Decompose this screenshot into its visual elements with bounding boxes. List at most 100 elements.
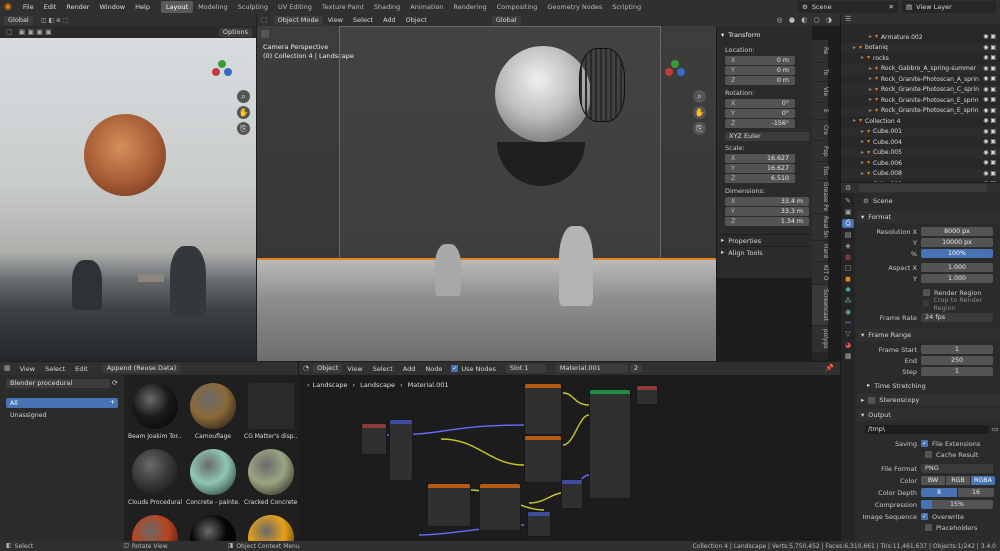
menu-window[interactable]: Window: [94, 3, 130, 11]
add-catalog-icon[interactable]: +: [110, 399, 115, 406]
cache-result-checkbox[interactable]: [925, 451, 932, 458]
outliner-row[interactable]: ▸ ▾ Rock_Granite-Photoscan_E_sprin ◉ ▣: [841, 105, 1000, 116]
scene-selector[interactable]: ⚙ Scene ✕: [798, 1, 898, 13]
expand-icon[interactable]: ▸: [861, 170, 864, 177]
npanel-tab-6[interactable]: Pop: [812, 141, 828, 161]
transform-header[interactable]: ▾ Transform: [717, 30, 812, 40]
catalog-unassigned-item[interactable]: Unassigned: [10, 410, 124, 420]
use-nodes-checkbox[interactable]: ✓: [451, 365, 459, 372]
asset-thumbnail[interactable]: Camouflage: [186, 381, 240, 443]
node-material-output[interactable]: [636, 385, 658, 405]
figure-right-object[interactable]: [559, 226, 593, 306]
outliner-row[interactable]: ▸▾Cube.009 ◉ ▣: [841, 179, 1000, 182]
node-color-ramp-1[interactable]: [427, 483, 471, 527]
frame-end-field[interactable]: 250: [921, 356, 993, 365]
tool-select-icon[interactable]: [261, 30, 269, 38]
asset-thumbnail[interactable]: Cracked Concrete...: [244, 447, 298, 509]
outliner-row[interactable]: ▸ ▾ rocks ◉ ▣: [841, 53, 1000, 64]
sphere-object[interactable]: [495, 46, 591, 142]
menu-edit[interactable]: Edit: [39, 3, 62, 11]
shading-mode-icons[interactable]: ◎ ● ◐ ○ ◑: [777, 16, 834, 24]
expand-icon[interactable]: ▸: [869, 76, 872, 82]
node-menu-select[interactable]: Select: [368, 365, 398, 373]
frame-start-field[interactable]: 1: [921, 345, 993, 354]
viewport-menu-select[interactable]: Select: [348, 16, 378, 24]
outliner-row[interactable]: ▸ ▾ Rock_Granite-Photoscan_E_sprin ◉ ▣: [841, 95, 1000, 106]
aspect-x-field[interactable]: 1.000: [921, 263, 993, 272]
tab-uv-editing[interactable]: UV Editing: [273, 1, 317, 13]
viewport-camera-icon[interactable]: ⎘: [693, 122, 706, 135]
node-noise-texture-2[interactable]: [524, 435, 562, 483]
rotation-mode-dropdown[interactable]: XYZ Euler: [725, 132, 809, 141]
expand-icon[interactable]: ▸: [853, 44, 856, 51]
npanel-tab-9[interactable]: Real Sn: [812, 214, 828, 240]
tab-layout[interactable]: Layout: [160, 1, 194, 13]
folder-icon[interactable]: ▭: [992, 426, 999, 433]
mode-icons[interactable]: ▣ ▣ ▣ ▣: [19, 28, 52, 36]
node-texture-coordinate[interactable]: [361, 423, 387, 455]
scale-z[interactable]: Z 6.510: [725, 174, 795, 183]
time-stretching-subpanel[interactable]: ▸ Time Stretching: [857, 380, 1000, 391]
properties-search[interactable]: [859, 184, 988, 192]
visibility-toggle-icon[interactable]: ◉ ▣: [983, 149, 996, 156]
rotation-z[interactable]: Z -156°: [725, 119, 795, 128]
camera-icon[interactable]: ⎘: [237, 122, 250, 135]
color-depth-8-button[interactable]: 8: [921, 488, 957, 497]
expand-icon[interactable]: ▸: [853, 118, 856, 124]
render-tab-icon[interactable]: ▣: [845, 208, 852, 216]
asset-menu-edit[interactable]: Edit: [70, 365, 93, 373]
resolution-x-field[interactable]: 8000 px: [921, 227, 993, 236]
visibility-toggle-icon[interactable]: ◉ ▣: [983, 55, 996, 61]
frame-range-panel-header[interactable]: ▾ Frame Range: [857, 329, 1000, 341]
frame-step-field[interactable]: 1: [921, 367, 993, 376]
options-dropdown[interactable]: Options: [218, 27, 252, 37]
visibility-toggle-icon[interactable]: ◉ ▣: [983, 107, 996, 114]
placeholders-row[interactable]: Placeholders: [857, 522, 1000, 533]
mode-dropdown[interactable]: Object Mode: [273, 15, 323, 25]
asset-browser-editor-icon[interactable]: ▦: [4, 365, 11, 372]
asset-thumbnail[interactable]: Beam Joakim Tor...: [128, 381, 182, 443]
outliner-row[interactable]: ▸ ▾ Rock_Granite-Photoscan_A_sprin ◉ ▣: [841, 74, 1000, 85]
gizmo-y-icon[interactable]: [218, 60, 226, 68]
node-menu-node[interactable]: Node: [420, 365, 447, 373]
frame-rate-dropdown[interactable]: 24 fps: [921, 313, 993, 322]
asset-menu-select[interactable]: Select: [40, 365, 70, 373]
file-extensions-checkbox[interactable]: ✓: [921, 440, 928, 447]
node-object-dropdown[interactable]: Object: [313, 364, 343, 373]
expand-icon[interactable]: ▸: [869, 97, 872, 103]
npanel-tab-11[interactable]: KIT O: [812, 262, 828, 284]
node-menu-add[interactable]: Add: [398, 365, 421, 373]
dimension-z[interactable]: Z 1.34 m: [725, 217, 809, 226]
outliner-row[interactable]: ▸ ▾ Rock_Gabbro_A_spring-summer ◉ ▣: [841, 63, 1000, 74]
overwrite-checkbox[interactable]: ✓: [921, 513, 928, 520]
viewport-menu-add[interactable]: Add: [378, 16, 401, 24]
expand-icon[interactable]: ▸: [861, 160, 864, 166]
npanel-tab-1[interactable]: Re: [812, 40, 828, 62]
stereoscopy-panel-header[interactable]: ▸ Stereoscopy: [857, 394, 1000, 406]
viewport-orientation-dropdown[interactable]: Global: [491, 15, 521, 25]
node-noise-texture-1[interactable]: [524, 383, 562, 435]
tab-animation[interactable]: Animation: [405, 1, 448, 13]
tab-modeling[interactable]: Modeling: [193, 1, 233, 13]
visibility-toggle-icon[interactable]: ◉ ▣: [983, 86, 996, 93]
scene-tab-icon[interactable]: ◈: [845, 242, 850, 250]
snap-icons[interactable]: ◫ ◧ ⊕ ⬚: [41, 17, 69, 24]
node-color-ramp-2[interactable]: [479, 483, 521, 531]
expand-icon[interactable]: ▸: [869, 65, 872, 72]
cache-result-row[interactable]: Cache Result: [857, 449, 1000, 460]
node-math[interactable]: [561, 479, 583, 509]
visibility-toggle-icon[interactable]: ◉ ▣: [983, 44, 996, 51]
expand-icon[interactable]: ▸: [869, 107, 872, 114]
material-dropdown[interactable]: Material.001: [555, 364, 628, 373]
close-icon[interactable]: ✕: [889, 4, 894, 11]
physics-tab-icon[interactable]: ◉: [845, 308, 851, 316]
visibility-toggle-icon[interactable]: ◉ ▣: [983, 128, 996, 135]
expand-icon[interactable]: ▸: [861, 139, 864, 145]
outliner-editor-icon[interactable]: ☰: [845, 15, 851, 23]
viewport-gizmo-y-icon[interactable]: [671, 60, 679, 68]
node-bump[interactable]: [527, 511, 551, 537]
menu-help[interactable]: Help: [130, 3, 155, 11]
gizmo-x-icon[interactable]: [212, 68, 220, 76]
compression-slider[interactable]: 15%: [921, 500, 993, 509]
align-tools-subpanel[interactable]: ▸ Align Tools: [717, 246, 812, 258]
